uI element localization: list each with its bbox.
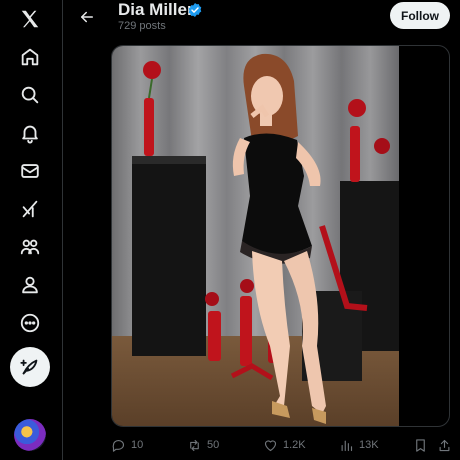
views-button[interactable]: 13K [339,436,379,454]
post-count: 729 posts [118,20,166,32]
repost-icon [190,439,199,451]
post-actions: 10 50 1.2K 13K [111,436,456,454]
share-button[interactable] [437,436,452,454]
bookmark-button[interactable] [413,436,428,454]
x-logo-icon[interactable] [11,0,49,38]
arrow-left-icon [81,11,93,23]
post-photo [112,46,399,426]
post-media[interactable] [111,45,450,427]
home-icon[interactable] [11,38,49,76]
reply-button[interactable]: 10 [111,436,143,454]
notifications-bell-icon[interactable] [11,114,49,152]
search-icon[interactable] [11,76,49,114]
grok-icon[interactable] [11,190,49,228]
profile-icon[interactable] [11,266,49,304]
back-arrow-button[interactable] [76,6,98,28]
feather-compose-icon [20,359,38,375]
like-count: 1.2K [283,439,306,451]
verified-badge-icon [188,3,202,17]
reply-icon [112,439,125,452]
sidebar-nav [0,0,62,460]
repost-button[interactable]: 50 [187,436,219,454]
share-icon [439,439,450,451]
messages-envelope-icon[interactable] [11,152,49,190]
sidebar-divider [62,0,63,460]
profile-name: Dia Miller [118,0,194,19]
view-count: 13K [359,439,379,451]
more-icon[interactable] [11,304,49,342]
reply-count: 10 [131,439,144,451]
analytics-bars-icon [341,440,353,451]
communities-icon[interactable] [11,228,49,266]
repost-count: 50 [207,439,220,451]
account-avatar[interactable] [14,419,46,451]
bookmark-icon [416,438,425,452]
compose-button[interactable] [10,347,50,387]
heart-icon [264,439,277,451]
follow-button[interactable]: Follow [390,2,450,29]
like-button[interactable]: 1.2K [263,436,306,454]
